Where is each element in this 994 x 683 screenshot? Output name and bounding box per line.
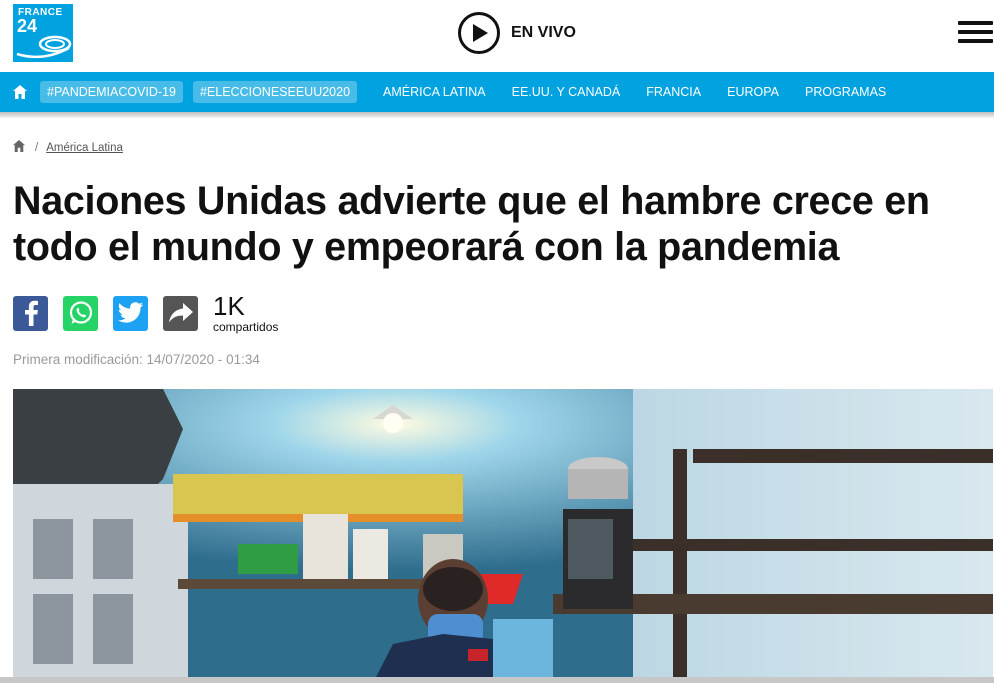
hamburger-menu-icon[interactable] xyxy=(958,21,994,45)
page-bottom-bar xyxy=(0,677,994,683)
share-count-number: 1K xyxy=(213,291,245,321)
play-icon[interactable] xyxy=(458,12,500,54)
breadcrumb-section-link[interactable]: América Latina xyxy=(46,142,123,154)
logo-text-24: 24 xyxy=(17,16,38,36)
breadcrumb: / América Latina xyxy=(13,140,123,155)
nav-link-europa[interactable]: EUROPA xyxy=(727,85,779,99)
article-title: Naciones Unidas advierte que el hambre c… xyxy=(13,179,930,269)
breadcrumb-separator: / xyxy=(35,141,39,154)
share-count: 1K compartidos xyxy=(213,293,278,333)
hero-image-graphic xyxy=(13,389,993,683)
live-button[interactable]: EN VIVO xyxy=(458,12,576,54)
facebook-icon[interactable] xyxy=(13,295,48,331)
nav-home-icon[interactable] xyxy=(0,72,40,112)
twitter-icon[interactable] xyxy=(113,295,148,331)
site-header: FRANCE 24 EN VIVO xyxy=(0,0,994,72)
breadcrumb-home-icon[interactable] xyxy=(13,140,25,155)
nav-shadow xyxy=(0,112,994,118)
whatsapp-icon[interactable] xyxy=(63,295,98,331)
share-count-label: compartidos xyxy=(213,320,279,334)
main-nav: #PANDEMIACOVID-19 #ELECCIONESEEUU2020 AM… xyxy=(0,72,994,112)
share-icon[interactable] xyxy=(163,295,198,331)
share-bar: 1K compartidos xyxy=(13,293,278,333)
nav-tag-elections[interactable]: #ELECCIONESEEUU2020 xyxy=(192,81,358,103)
nav-link-america-latina[interactable]: AMÉRICA LATINA xyxy=(383,85,486,99)
nav-link-francia[interactable]: FRANCIA xyxy=(646,85,701,99)
france24-logo[interactable]: FRANCE 24 xyxy=(13,4,73,62)
modified-date: Primera modificación: 14/07/2020 - 01:34 xyxy=(13,352,260,367)
nav-tag-covid[interactable]: #PANDEMIACOVID-19 xyxy=(40,81,183,103)
article-hero-image[interactable] xyxy=(13,389,993,683)
nav-link-programas[interactable]: PROGRAMAS xyxy=(805,85,886,99)
live-label[interactable]: EN VIVO xyxy=(511,24,576,42)
nav-link-eeuu-canada[interactable]: EE.UU. Y CANADÁ xyxy=(512,85,621,99)
